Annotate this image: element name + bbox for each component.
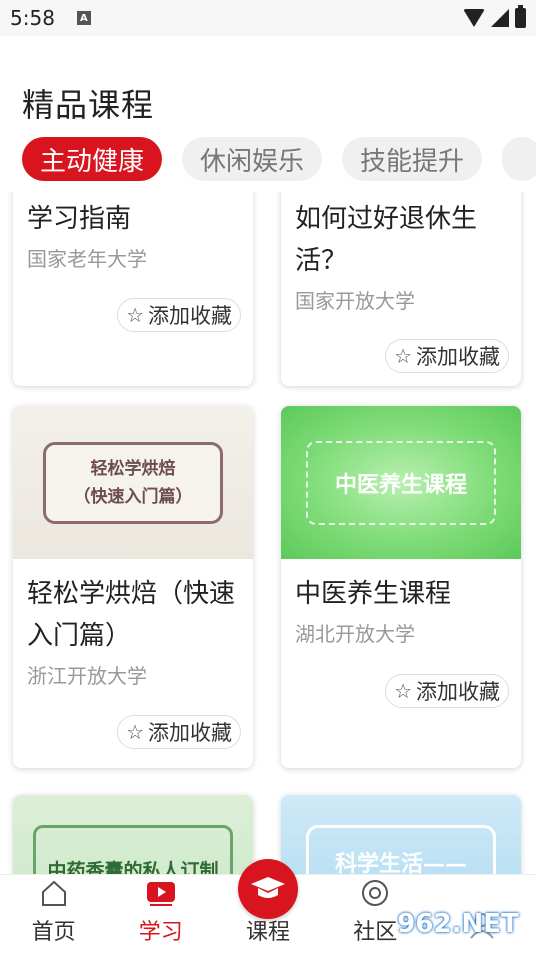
- tab-skills[interactable]: 技能提升: [342, 137, 483, 181]
- star-icon: ☆: [126, 303, 144, 327]
- star-icon: ☆: [394, 344, 412, 368]
- nav-label: 首页: [31, 920, 76, 945]
- course-thumbnail: 轻松学烘焙 （快速入门篇）: [13, 406, 253, 559]
- course-card[interactable]: 中药香囊的私人订制: [13, 795, 253, 874]
- course-thumbnail: 中医养生课程: [281, 406, 521, 559]
- star-icon: ☆: [394, 679, 412, 703]
- course-card[interactable]: 科学生活——: [281, 795, 521, 874]
- add-favorite-button[interactable]: ☆ 添加收藏: [385, 674, 509, 708]
- card-body: 如何过好退休生活？ 国家开放大学: [281, 192, 521, 316]
- thumbnail-frame: 轻松学烘焙 （快速入门篇）: [43, 441, 223, 524]
- nav-item-home[interactable]: 首页: [0, 875, 107, 954]
- course-school: 浙江开放大学: [27, 664, 147, 688]
- status-icons: [463, 5, 526, 28]
- star-icon: ☆: [126, 720, 144, 744]
- course-title: 学习指南: [27, 204, 132, 234]
- tab-leisure[interactable]: 休闲娱乐: [182, 137, 323, 181]
- play-icon: [146, 878, 176, 908]
- course-school: 国家开放大学: [295, 289, 415, 313]
- bottom-nav: 首页 学习 课程 社区 962.NET: [0, 859, 536, 954]
- battery-icon: [515, 5, 526, 28]
- add-favorite-button[interactable]: ☆ 添加收藏: [117, 715, 241, 749]
- course-school: 湖北开放大学: [295, 622, 415, 646]
- card-body: 轻松学烘焙（快速入门篇） 浙江开放大学: [13, 573, 253, 691]
- community-icon: [360, 878, 390, 908]
- card-body: 中医养生课程 湖北开放大学: [281, 573, 521, 649]
- screen: 5:58 A 精品课程 主动健康 休闲娱乐 技能提升 学习指南 国家老年大学 ☆…: [0, 0, 536, 954]
- add-favorite-label: 添加收藏: [416, 680, 500, 704]
- thumbnail-frame: 科学生活——: [306, 825, 496, 874]
- status-bar: 5:58 A: [0, 0, 536, 36]
- course-title: 如何过好退休生活？: [295, 204, 478, 276]
- course-card[interactable]: 中医养生课程 中医养生课程 湖北开放大学 ☆ 添加收藏: [281, 406, 521, 768]
- watermark-text: 962.NET: [397, 909, 519, 939]
- page-title: 精品课程: [22, 86, 155, 124]
- thumbnail-frame: 中医养生课程: [306, 440, 496, 525]
- thumbnail-text: 轻松学烘焙: [90, 458, 176, 479]
- tab-more[interactable]: [502, 137, 536, 181]
- add-favorite-label: 添加收藏: [148, 304, 232, 328]
- course-title: 轻松学烘焙（快速入门篇）: [27, 579, 236, 651]
- add-favorite-button[interactable]: ☆ 添加收藏: [117, 298, 241, 332]
- graduation-cap-icon: [238, 859, 298, 919]
- course-card[interactable]: 如何过好退休生活？ 国家开放大学 ☆ 添加收藏: [281, 192, 521, 386]
- course-title: 中医养生课程: [295, 579, 452, 609]
- status-time: 5:58: [10, 6, 55, 30]
- signal-icon: [491, 9, 509, 27]
- category-tabs: 主动健康 休闲娱乐 技能提升: [22, 137, 536, 181]
- nav-item-courses[interactable]: 课程: [214, 859, 321, 954]
- add-favorite-label: 添加收藏: [148, 721, 232, 745]
- course-card[interactable]: 学习指南 国家老年大学 ☆ 添加收藏: [13, 192, 253, 386]
- course-grid: 学习指南 国家老年大学 ☆ 添加收藏 如何过好退休生活？ 国家开放大学 ☆ 添加…: [0, 192, 536, 874]
- wifi-icon: [463, 9, 485, 27]
- home-icon: [39, 878, 69, 908]
- thumbnail-text: （快速入门篇）: [73, 486, 193, 507]
- course-school: 国家老年大学: [27, 247, 147, 271]
- card-body: 学习指南 国家老年大学: [13, 192, 253, 274]
- tab-active-health[interactable]: 主动健康: [22, 137, 163, 181]
- course-thumbnail: 科学生活——: [281, 795, 521, 874]
- thumbnail-frame: 中药香囊的私人订制: [33, 825, 233, 874]
- watermark-logo: 962.NET: [388, 900, 528, 948]
- nav-item-study[interactable]: 学习: [107, 875, 214, 954]
- add-favorite-button[interactable]: ☆ 添加收藏: [385, 339, 509, 373]
- course-thumbnail: 中药香囊的私人订制: [13, 795, 253, 874]
- nav-label: 学习: [138, 920, 183, 945]
- notification-icon: A: [76, 11, 91, 25]
- add-favorite-label: 添加收藏: [416, 345, 500, 369]
- course-card[interactable]: 轻松学烘焙 （快速入门篇） 轻松学烘焙（快速入门篇） 浙江开放大学 ☆ 添加收藏: [13, 406, 253, 768]
